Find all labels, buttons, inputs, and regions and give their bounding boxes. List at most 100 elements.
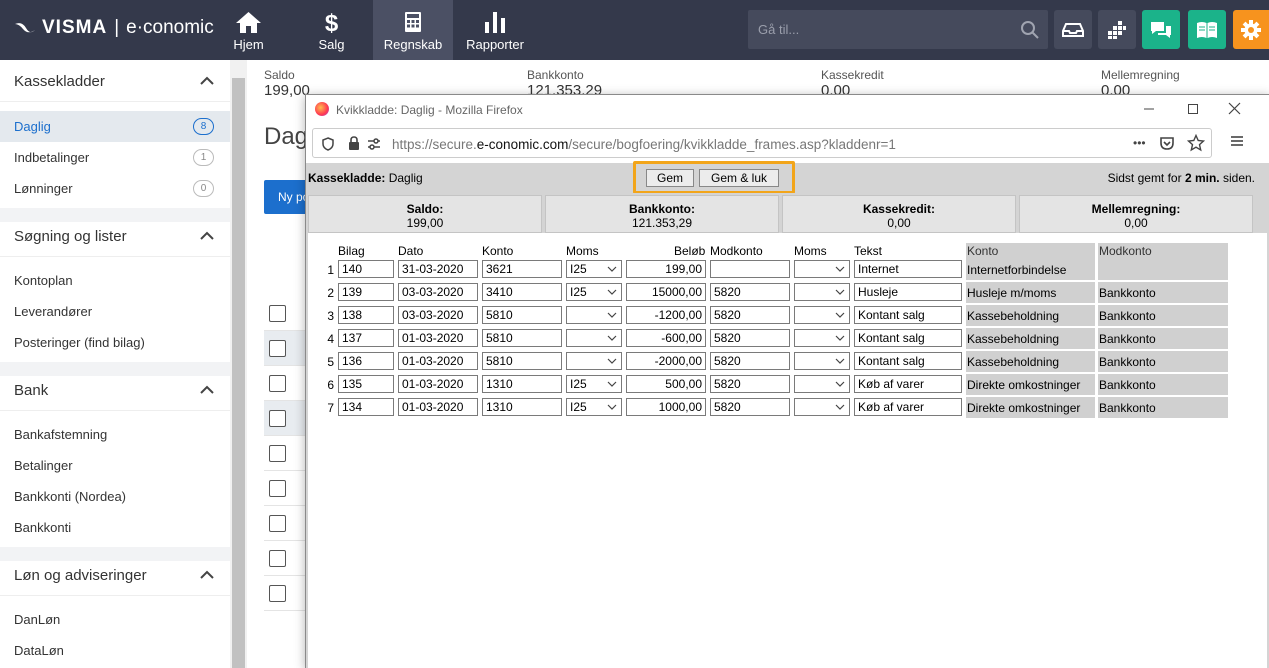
- sidebar-item-dataloen[interactable]: DataLøn: [0, 635, 230, 666]
- entry-beloeb-field[interactable]: 500,00: [626, 375, 706, 393]
- sidebar-item-posteringer[interactable]: Posteringer (find bilag): [0, 327, 230, 358]
- chevron-down-icon[interactable]: [607, 333, 617, 343]
- save-button[interactable]: Gem: [646, 169, 694, 187]
- row-checkbox[interactable]: [269, 585, 286, 602]
- row-checkbox[interactable]: [269, 305, 286, 322]
- entry-bilag-field[interactable]: 140: [338, 260, 394, 278]
- entry-dato-field[interactable]: 01-03-2020: [398, 352, 478, 370]
- sidebar-section-bank[interactable]: Bank: [0, 369, 230, 411]
- entry-bilag-field[interactable]: 135: [338, 375, 394, 393]
- maximize-icon[interactable]: [1187, 103, 1199, 115]
- entry-dato-field[interactable]: 31-03-2020: [398, 260, 478, 278]
- chat-button[interactable]: [1142, 10, 1180, 49]
- entry-konto-field[interactable]: 1310: [482, 398, 562, 416]
- sidebar-scrollbar-thumb[interactable]: [232, 78, 245, 668]
- entry-moms-select[interactable]: I25: [566, 375, 622, 393]
- entry-modkonto-field[interactable]: [710, 260, 790, 278]
- minimize-icon[interactable]: [1143, 103, 1155, 115]
- entry-moms-select[interactable]: [566, 306, 622, 324]
- sidebar-item-bankkonti[interactable]: Bankkonti: [0, 512, 230, 543]
- entry-dato-field[interactable]: 01-03-2020: [398, 398, 478, 416]
- entry-modkonto-field[interactable]: 5820: [710, 306, 790, 324]
- nav-rapporter[interactable]: Rapporter: [462, 0, 528, 60]
- close-icon[interactable]: [1228, 102, 1241, 115]
- inbox-button[interactable]: [1054, 10, 1092, 49]
- chevron-up-icon[interactable]: [200, 570, 214, 579]
- row-checkbox[interactable]: [269, 445, 286, 462]
- entry-beloeb-field[interactable]: -600,00: [626, 329, 706, 347]
- entry-moms-select[interactable]: [566, 352, 622, 370]
- row-checkbox[interactable]: [269, 550, 286, 567]
- chevron-down-icon[interactable]: [607, 310, 617, 320]
- entry-konto-field[interactable]: 5810: [482, 352, 562, 370]
- bookmark-star-icon[interactable]: [1187, 134, 1205, 152]
- entry-moms2-select[interactable]: [794, 306, 850, 324]
- sidebar-item-daglig[interactable]: Daglig 8: [0, 111, 230, 142]
- entry-bilag-field[interactable]: 139: [338, 283, 394, 301]
- entry-bilag-field[interactable]: 134: [338, 398, 394, 416]
- entry-tekst-field[interactable]: Internet: [854, 260, 962, 278]
- shield-icon[interactable]: [322, 137, 334, 151]
- entry-moms-select[interactable]: [566, 329, 622, 347]
- entry-tekst-field[interactable]: Kontant salg: [854, 306, 962, 324]
- entry-modkonto-field[interactable]: 5820: [710, 375, 790, 393]
- chevron-down-icon[interactable]: [835, 356, 845, 366]
- sidebar-item-bankafstemning[interactable]: Bankafstemning: [0, 419, 230, 450]
- entry-tekst-field[interactable]: Kontant salg: [854, 352, 962, 370]
- entry-dato-field[interactable]: 03-03-2020: [398, 306, 478, 324]
- nav-salg[interactable]: $ Salg: [304, 0, 359, 60]
- sidebar-item-leverandoerer[interactable]: Leverandører: [0, 296, 230, 327]
- pocket-icon[interactable]: [1159, 135, 1175, 151]
- entry-moms-select[interactable]: I25: [566, 398, 622, 416]
- search-input[interactable]: Gå til...: [748, 10, 1048, 49]
- new-entry-button[interactable]: Ny post: [264, 180, 309, 214]
- entry-konto-field[interactable]: 1310: [482, 375, 562, 393]
- row-checkbox[interactable]: [269, 375, 286, 392]
- entry-modkonto-field[interactable]: 5820: [710, 398, 790, 416]
- settings-button[interactable]: [1233, 10, 1269, 49]
- visma-logo[interactable]: VISMA | e·conomic: [14, 17, 214, 39]
- chevron-up-icon[interactable]: [200, 231, 214, 240]
- chevron-down-icon[interactable]: [835, 379, 845, 389]
- entry-konto-field[interactable]: 5810: [482, 306, 562, 324]
- sidebar-item-indbetalinger[interactable]: Indbetalinger 1: [0, 142, 230, 173]
- entry-tekst-field[interactable]: Køb af varer: [854, 375, 962, 393]
- sidebar-item-kontoplan[interactable]: Kontoplan: [0, 265, 230, 296]
- sidebar-section-soegning[interactable]: Søgning og lister: [0, 215, 230, 257]
- sidebar-item-bankkonti-nordea[interactable]: Bankkonti (Nordea): [0, 481, 230, 512]
- entry-tekst-field[interactable]: Kontant salg: [854, 329, 962, 347]
- entry-beloeb-field[interactable]: -1200,00: [626, 306, 706, 324]
- chevron-down-icon[interactable]: [835, 287, 845, 297]
- row-checkbox[interactable]: [269, 480, 286, 497]
- chevron-down-icon[interactable]: [607, 264, 617, 274]
- row-checkbox[interactable]: [269, 410, 286, 427]
- entry-moms-select[interactable]: I25: [566, 283, 622, 301]
- entry-konto-field[interactable]: 3410: [482, 283, 562, 301]
- entry-moms2-select[interactable]: [794, 329, 850, 347]
- search-icon[interactable]: [1020, 20, 1040, 40]
- entry-moms-select[interactable]: I25: [566, 260, 622, 278]
- help-book-button[interactable]: [1188, 10, 1226, 49]
- entry-beloeb-field[interactable]: 199,00: [626, 260, 706, 278]
- sidebar-section-kassekladder[interactable]: Kassekladder: [0, 60, 230, 102]
- lock-icon[interactable]: [348, 136, 360, 151]
- apps-button[interactable]: [1098, 10, 1136, 49]
- nav-regnskab[interactable]: Regnskab: [373, 0, 453, 60]
- address-bar[interactable]: https://secure.e-conomic.com/secure/bogf…: [312, 128, 1212, 158]
- entry-modkonto-field[interactable]: 5820: [710, 329, 790, 347]
- entry-konto-field[interactable]: 3621: [482, 260, 562, 278]
- chevron-down-icon[interactable]: [835, 333, 845, 343]
- save-close-button[interactable]: Gem & luk: [699, 169, 779, 187]
- entry-modkonto-field[interactable]: 5820: [710, 283, 790, 301]
- sidebar-item-betalinger[interactable]: Betalinger: [0, 450, 230, 481]
- chevron-down-icon[interactable]: [835, 264, 845, 274]
- chevron-down-icon[interactable]: [835, 310, 845, 320]
- entry-bilag-field[interactable]: 136: [338, 352, 394, 370]
- entry-tekst-field[interactable]: Køb af varer: [854, 398, 962, 416]
- entry-moms2-select[interactable]: [794, 398, 850, 416]
- sidebar-item-loenninger[interactable]: Lønninger 0: [0, 173, 230, 204]
- entry-moms2-select[interactable]: [794, 283, 850, 301]
- nav-hjem[interactable]: Hjem: [221, 0, 276, 60]
- page-actions-menu[interactable]: •••: [1133, 136, 1146, 150]
- entry-beloeb-field[interactable]: 1000,00: [626, 398, 706, 416]
